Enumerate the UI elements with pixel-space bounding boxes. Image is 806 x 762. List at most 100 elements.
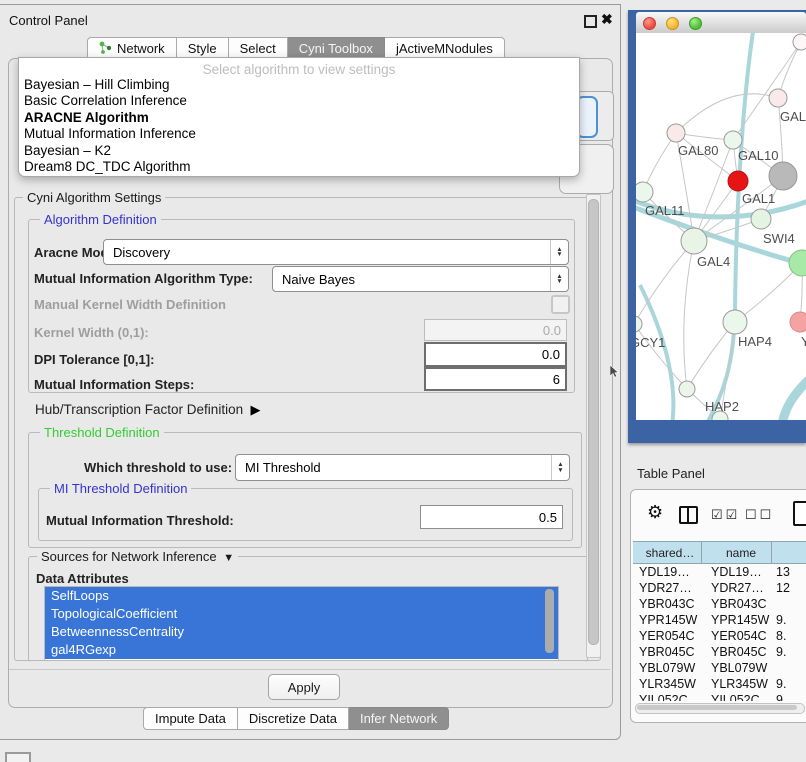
column-header-shared[interactable]: shared… xyxy=(633,542,702,563)
cell-extra: 13 xyxy=(772,565,806,579)
attribute-item[interactable]: SelfLoops xyxy=(45,587,558,605)
mi-type-combo[interactable]: Naive Bayes ▲▼ xyxy=(272,266,569,292)
algorithm-definition-title: Algorithm Definition xyxy=(40,212,161,227)
table-row[interactable]: YER054C YER054C 8. xyxy=(633,628,806,644)
dropdown-item[interactable]: Bayesian – K2 xyxy=(22,143,576,159)
network-window-titlebar[interactable] xyxy=(636,12,806,34)
mi-threshold-label: Mutual Information Threshold: xyxy=(46,513,234,528)
tab-impute-data[interactable]: Impute Data xyxy=(143,707,238,730)
table-row[interactable]: YBR043C YBR043C xyxy=(633,596,806,612)
dropdown-item-list: Bayesian – Hill Climbing Basic Correlati… xyxy=(22,77,576,175)
aracne-mode-combo[interactable]: Discovery ▲▼ xyxy=(103,239,569,265)
document-icon[interactable] xyxy=(793,501,806,526)
node-gal1[interactable] xyxy=(751,209,771,229)
dropdown-item[interactable]: Basic Correlation Inference xyxy=(22,93,576,109)
tab-select-label: Select xyxy=(240,41,276,56)
kernel-width-field[interactable] xyxy=(424,319,567,341)
tab-discretize-data-label: Discretize Data xyxy=(249,711,337,726)
close-icon[interactable]: ✖ xyxy=(601,11,613,28)
label-gal80: GAL80 xyxy=(678,143,718,158)
dpi-tolerance-field[interactable] xyxy=(424,342,567,367)
dropdown-item[interactable]: Mutual Information Inference xyxy=(22,126,576,142)
deselect-all-checkboxes-icon[interactable]: ☐☐ xyxy=(745,507,774,523)
column-view-icon[interactable] xyxy=(679,506,698,524)
table-row[interactable]: YDL19… YDL19… 13 xyxy=(633,564,806,580)
mi-steps-field[interactable] xyxy=(424,367,567,391)
cell-extra: 12 xyxy=(772,581,806,595)
apply-button[interactable]: Apply xyxy=(268,674,340,700)
node-gal80[interactable] xyxy=(667,124,685,142)
table-row[interactable]: YPR145W YPR145W 9. xyxy=(633,612,806,628)
node-gal11[interactable] xyxy=(636,182,653,202)
partial-panel-fragment xyxy=(5,752,31,762)
mi-steps-label: Mutual Information Steps: xyxy=(34,377,194,392)
tab-infer-network[interactable]: Infer Network xyxy=(349,707,449,730)
attribute-item[interactable]: gal4RGexp xyxy=(45,641,558,659)
expand-right-arrow-icon: ▶ xyxy=(247,402,261,417)
table-row[interactable]: YLR345W YLR345W 9. xyxy=(633,676,806,692)
sources-group-title[interactable]: Sources for Network Inference ▼ xyxy=(37,549,238,564)
node-gal4[interactable] xyxy=(681,228,707,254)
node-green-partial[interactable] xyxy=(789,250,806,276)
threshold-definition-title: Threshold Definition xyxy=(40,425,164,440)
table-horizontal-scrollbar[interactable] xyxy=(635,703,805,714)
select-all-checkboxes-icon[interactable]: ☑☑ xyxy=(711,507,740,523)
label-y-partial: Y xyxy=(801,334,806,349)
cell-name: YDL19… xyxy=(702,565,772,579)
table-row[interactable]: YDR27… YDR27… 12 xyxy=(633,580,806,596)
dropdown-item[interactable]: Dream8 DC_TDC Algorithm xyxy=(22,159,576,175)
node-hap4[interactable] xyxy=(723,310,747,334)
label-hap2: HAP2 xyxy=(705,399,739,414)
node-salmon-partial[interactable] xyxy=(790,312,806,332)
which-threshold-combo[interactable]: MI Threshold ▲▼ xyxy=(235,454,570,481)
node-partial-top[interactable] xyxy=(793,34,806,50)
cell-extra: 8. xyxy=(772,629,806,643)
panel-title: Control Panel xyxy=(9,13,88,28)
nodes xyxy=(636,34,806,420)
cell-name: YER054C xyxy=(702,629,772,643)
gear-icon[interactable]: ⚙ xyxy=(647,502,663,523)
tab-impute-data-label: Impute Data xyxy=(155,711,226,726)
node-gal10[interactable] xyxy=(724,131,742,149)
attribute-item[interactable]: BetweennessCentrality xyxy=(45,623,558,641)
zoom-traffic-light[interactable] xyxy=(689,17,702,30)
settings-scrollbar[interactable] xyxy=(586,194,601,658)
column-header-partial[interactable] xyxy=(772,542,806,563)
dropdown-item-selected[interactable]: ARACNE Algorithm xyxy=(22,110,576,126)
label-swi4: SWI4 xyxy=(763,231,795,246)
node-gal-partial[interactable] xyxy=(769,89,787,107)
table-row[interactable]: YBR045C YBR045C 9. xyxy=(633,644,806,660)
minimize-traffic-light[interactable] xyxy=(666,17,679,30)
collapse-down-arrow-icon: ▼ xyxy=(220,552,234,564)
hub-definition-label: Hub/Transcription Factor Definition xyxy=(35,402,243,417)
cell-shared: YPR145W xyxy=(633,613,702,627)
attributes-list-scrollbar-thumb[interactable] xyxy=(545,589,554,653)
tab-cyni-toolbox-label: Cyni Toolbox xyxy=(299,41,373,56)
tab-discretize-data[interactable]: Discretize Data xyxy=(238,707,349,730)
tab-style-label: Style xyxy=(188,41,217,56)
network-canvas[interactable]: GAL80 GAL10 GAL11 GAL1 SWI4 GAL4 GCY1 HA… xyxy=(636,33,806,420)
node-gray[interactable] xyxy=(769,162,797,190)
hub-definition-toggle[interactable]: Hub/Transcription Factor Definition ▶ xyxy=(35,402,260,418)
table-panel-title: Table Panel xyxy=(637,466,705,481)
mouse-cursor xyxy=(610,365,621,383)
float-window-icon[interactable] xyxy=(584,15,597,28)
node-gcy1[interactable] xyxy=(636,316,642,332)
node-hap2[interactable] xyxy=(679,381,695,397)
settings-scrollbar-thumb[interactable] xyxy=(588,199,599,645)
cell-shared: YBL079W xyxy=(633,661,702,675)
manual-kernel-checkbox[interactable] xyxy=(551,295,570,314)
table-row[interactable]: YBL079W YBL079W xyxy=(633,660,806,676)
node-attribute-table: shared… name YDL19… YDL19… 13 YDR27… YDR… xyxy=(633,541,806,701)
attribute-item[interactable]: TopologicalCoefficient xyxy=(45,605,558,623)
spinner-arrows-icon: ▲▼ xyxy=(551,455,569,480)
panel-divider xyxy=(9,669,610,670)
cell-extra: 9. xyxy=(772,677,806,691)
column-header-name[interactable]: name xyxy=(702,542,772,563)
dropdown-item[interactable]: Bayesian – Hill Climbing xyxy=(22,77,576,93)
node-selected-red[interactable] xyxy=(728,171,748,191)
table-row[interactable]: YIL052C YIL052C 9. xyxy=(633,692,806,701)
close-traffic-light[interactable] xyxy=(643,17,656,30)
table-scrollbar-thumb[interactable] xyxy=(637,705,797,710)
mi-threshold-field[interactable] xyxy=(420,505,563,529)
